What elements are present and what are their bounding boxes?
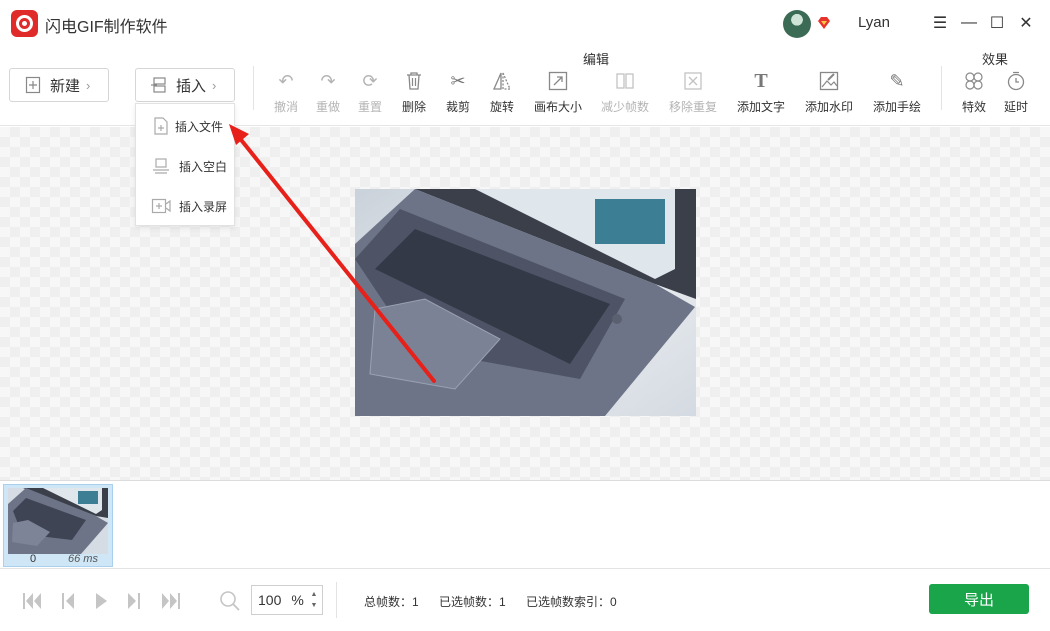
- delay-label: 延时: [1003, 100, 1028, 114]
- play-icon[interactable]: [90, 590, 112, 612]
- add-text-button[interactable]: T 添加文字: [731, 70, 791, 116]
- reset-icon: ⟳: [362, 71, 378, 91]
- text-icon: T: [754, 70, 768, 92]
- insert-dropdown-menu: 插入文件 插入空白 插入录屏: [135, 103, 235, 226]
- redo-label: 重做: [315, 100, 340, 114]
- canvas-size-button[interactable]: 画布大小: [528, 70, 588, 116]
- bottom-bar: 100 % ▲ ▼ 总帧数：1 已选帧数：1 已选帧数索引：0 导出: [0, 570, 1050, 631]
- rotate-button[interactable]: 旋转: [472, 70, 532, 116]
- insert-blank-icon: [153, 158, 169, 174]
- add-watermark-button[interactable]: 添加水印: [799, 70, 859, 116]
- insert-blank-label: 插入空白: [179, 159, 228, 174]
- remove-duplicate-button[interactable]: 移除重复: [663, 70, 723, 116]
- selected-frames-stat: 已选帧数：1: [439, 595, 506, 609]
- first-frame-icon[interactable]: [21, 590, 43, 612]
- new-file-icon: [25, 76, 41, 94]
- insert-file-menu-item[interactable]: 插入文件: [136, 106, 234, 146]
- reduce-frames-icon: [616, 73, 634, 89]
- insert-record-label: 插入录屏: [179, 199, 228, 214]
- new-button[interactable]: 新建 ›: [9, 68, 109, 102]
- undo-icon: ↶: [278, 71, 294, 91]
- delay-icon: [1007, 71, 1025, 91]
- canvas-size-icon: [548, 71, 568, 91]
- delete-label: 删除: [401, 100, 426, 114]
- timeline-frame[interactable]: 0 66 ms: [3, 484, 113, 567]
- next-frame-icon[interactable]: [123, 590, 145, 612]
- frame-preview-image: [355, 189, 696, 416]
- bottom-divider: [336, 582, 337, 618]
- add-draw-button[interactable]: ✎ 添加手绘: [867, 70, 927, 116]
- insert-file-label: 插入文件: [175, 119, 224, 134]
- stepper-down-icon[interactable]: ▼: [309, 600, 319, 611]
- selected-index-stat: 已选帧数索引：0: [526, 595, 617, 609]
- app-logo-icon: [11, 10, 38, 37]
- insert-file-icon: [154, 117, 168, 135]
- stepper-up-icon[interactable]: ▲: [309, 589, 319, 600]
- canvas-size-label: 画布大小: [533, 100, 582, 114]
- remove-duplicate-label: 移除重复: [668, 100, 717, 114]
- previous-frame-icon[interactable]: [57, 590, 79, 612]
- insert-record-icon: [151, 198, 171, 214]
- reset-label: 重置: [357, 100, 382, 114]
- username[interactable]: Lyan: [858, 14, 890, 31]
- frame-index: 0: [30, 553, 37, 565]
- insert-button[interactable]: 插入 ›: [135, 68, 235, 102]
- add-draw-label: 添加手绘: [872, 100, 921, 114]
- insert-button-label: 插入: [176, 77, 207, 95]
- undo-label: 撤消: [273, 100, 298, 114]
- zoom-stepper[interactable]: ▲ ▼: [309, 589, 319, 611]
- effects-label: 特效: [961, 100, 986, 114]
- timeline-strip: 0 66 ms: [0, 480, 1050, 569]
- delete-icon: [407, 72, 421, 90]
- close-button[interactable]: ✕: [1015, 12, 1037, 34]
- zoom-icon[interactable]: [219, 590, 241, 612]
- crop-icon: ✂: [450, 71, 466, 91]
- new-button-label: 新建: [50, 77, 81, 95]
- total-frames-stat: 总帧数：1: [364, 595, 419, 609]
- avatar[interactable]: [783, 10, 811, 38]
- chevron-right-icon: ›: [86, 77, 91, 93]
- zoom-value: 100: [258, 592, 282, 608]
- minimize-button[interactable]: —: [958, 12, 980, 34]
- rotate-icon: [493, 72, 511, 90]
- zoom-unit: %: [291, 592, 304, 608]
- frame-duration[interactable]: 66 ms: [68, 553, 98, 565]
- remove-duplicate-icon: [684, 72, 702, 90]
- chevron-right-icon: ›: [212, 77, 217, 93]
- crop-label: 裁剪: [445, 100, 470, 114]
- last-frame-icon[interactable]: [160, 590, 182, 612]
- redo-icon: ↷: [320, 71, 336, 91]
- maximize-button[interactable]: ☐: [986, 12, 1008, 34]
- app-title: 闪电GIF制作软件: [45, 19, 168, 36]
- effect-group-label: 效果: [982, 52, 1009, 67]
- insert-blank-menu-item[interactable]: 插入空白: [136, 146, 234, 186]
- draw-icon: ✎: [889, 71, 905, 91]
- menu-icon[interactable]: ☰: [929, 12, 951, 34]
- toolbar-divider: [253, 66, 254, 110]
- effects-icon: [965, 72, 983, 90]
- reduce-frames-button[interactable]: 减少帧数: [595, 70, 655, 116]
- reduce-frames-label: 减少帧数: [600, 100, 649, 114]
- zoom-input[interactable]: 100 % ▲ ▼: [251, 585, 323, 615]
- export-button[interactable]: 导出: [929, 584, 1029, 614]
- delay-button[interactable]: 延时: [986, 70, 1046, 116]
- add-watermark-label: 添加水印: [804, 100, 853, 114]
- add-text-label: 添加文字: [736, 100, 785, 114]
- title-bar: 闪电GIF制作软件 Lyan ☰ — ☐ ✕: [0, 0, 1050, 46]
- rotate-label: 旋转: [489, 100, 514, 114]
- watermark-icon: [819, 71, 839, 91]
- insert-record-menu-item[interactable]: 插入录屏: [136, 186, 234, 226]
- insert-icon: [151, 77, 166, 93]
- vip-diamond-icon[interactable]: [816, 15, 832, 31]
- toolbar-divider: [941, 66, 942, 110]
- edit-group-label: 编辑: [583, 52, 610, 67]
- frame-thumbnail: [8, 488, 108, 554]
